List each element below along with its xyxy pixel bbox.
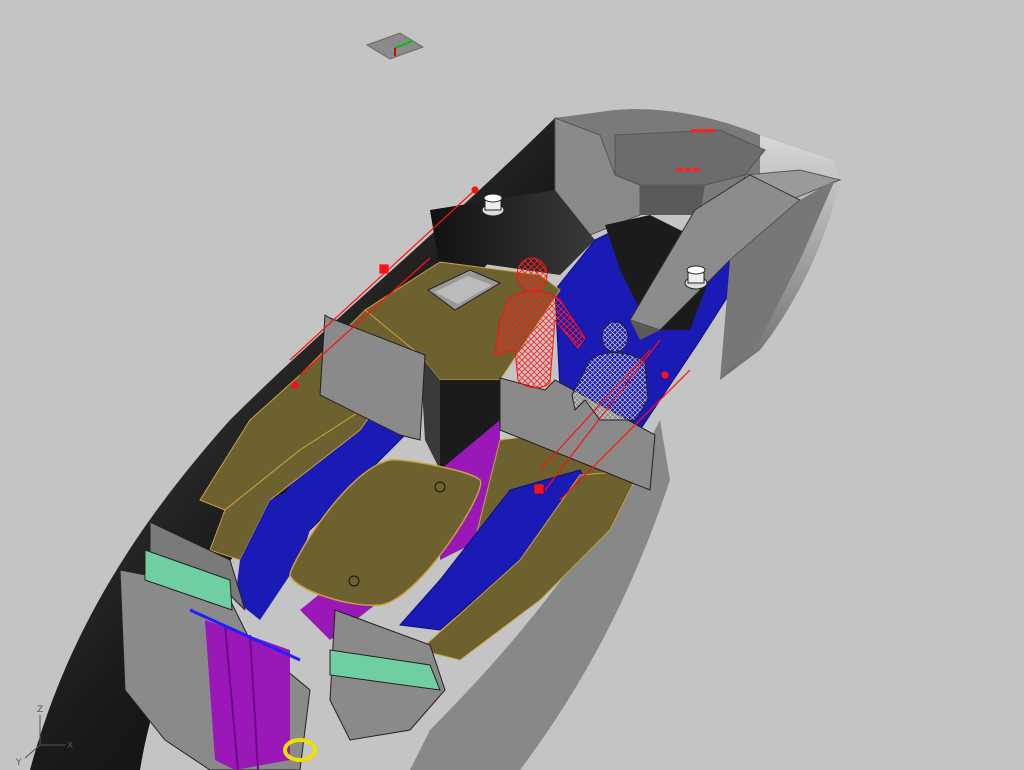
winch-port[interactable]: [481, 193, 505, 217]
3d-viewport[interactable]: ▬▬▬ ▬▬▬ Z X Y: [0, 0, 1024, 770]
axis-label-x: X: [67, 741, 73, 751]
winch-starboard[interactable]: [684, 265, 708, 290]
axis-label-y: Y: [15, 758, 22, 768]
svg-text:▬▬▬: ▬▬▬: [690, 126, 716, 136]
svg-text:▬▬▬: ▬▬▬: [675, 165, 701, 175]
view-cube-icon[interactable]: [365, 32, 425, 60]
axis-label-z: Z: [37, 705, 43, 715]
